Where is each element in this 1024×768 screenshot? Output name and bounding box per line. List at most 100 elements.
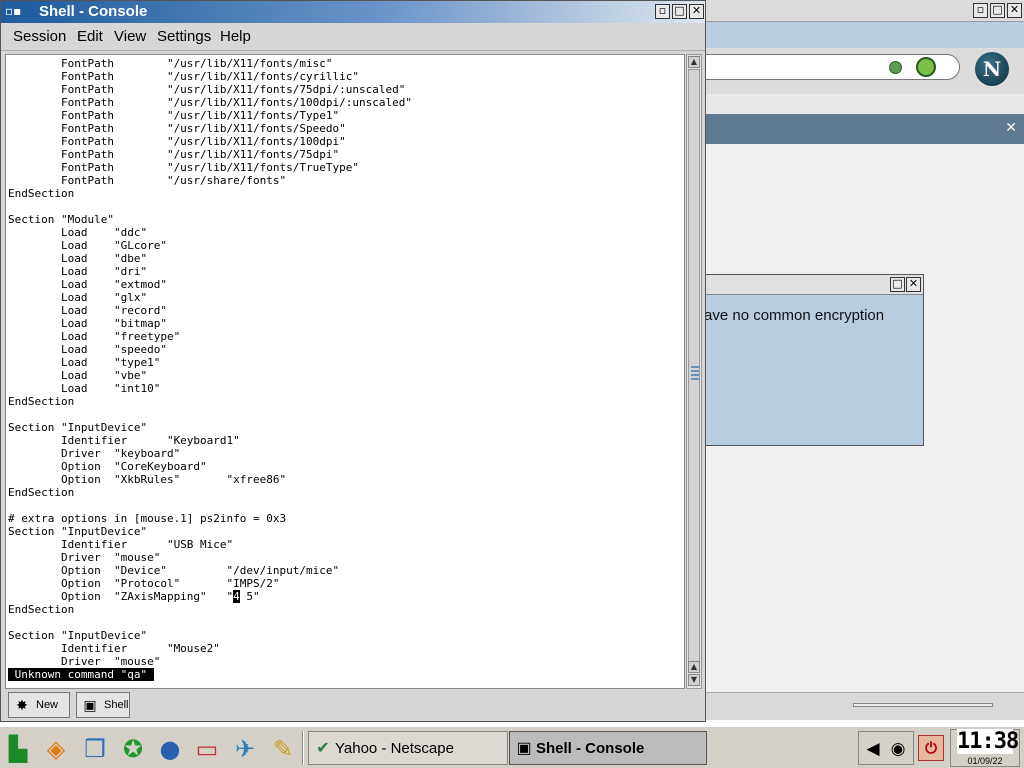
terminal-line: EndSection (8, 187, 75, 200)
volume-icon[interactable]: ◀ (862, 738, 884, 760)
terminal-line: Load "vbe" (8, 369, 148, 382)
dialog-title-bar[interactable]: □ ✕ (704, 275, 923, 295)
terminal-line: Identifier "Mouse2" (8, 642, 220, 655)
globe-icon[interactable]: ● (154, 733, 186, 765)
terminal-line: Section "InputDevice" (8, 525, 148, 538)
terminal-line: Load "type1" (8, 356, 161, 369)
thumb-grip (691, 366, 699, 380)
terminal-line: Load "int10" (8, 382, 161, 395)
menu-edit[interactable]: Edit (77, 28, 103, 45)
netscape-logo-icon[interactable]: N (975, 52, 1009, 86)
terminal-line: Load "speedo" (8, 343, 167, 356)
personal-toolbar (705, 94, 1024, 114)
terminal-line: EndSection (8, 603, 75, 616)
terminal-line-text: 5" (239, 590, 260, 603)
minimize-button[interactable]: ▫ (973, 3, 988, 18)
task-console[interactable]: ▣ Shell - Console (509, 731, 707, 765)
task-netscape[interactable]: ✔ Yahoo - Netscape (308, 731, 508, 765)
console-menu-bar: Session Edit View Settings Help (1, 23, 705, 51)
kde-menu-icon[interactable]: ▙ (2, 733, 34, 765)
terminal-line: FontPath "/usr/lib/X11/fonts/100dpi/:uns… (8, 96, 412, 109)
terminal-line: FontPath "/usr/lib/X11/fonts/75dpi/:unsc… (8, 83, 406, 96)
logout-icon[interactable]: ⏻ (918, 735, 944, 761)
terminal-line: Load "dbe" (8, 252, 148, 265)
terminal-line: FontPath "/usr/lib/X11/fonts/misc" (8, 57, 333, 70)
scroll-down-arrow-icon[interactable]: ▼ (688, 674, 700, 686)
maximize-button[interactable]: □ (672, 4, 687, 19)
terminal-line: Driver "mouse" (8, 551, 161, 564)
terminal-line: Section "InputDevice" (8, 629, 148, 642)
terminal-line: Load "bitmap" (8, 317, 167, 330)
terminal-line: Load "glx" (8, 291, 148, 304)
terminal-line: # extra options in [mouse.1] ps2info = 0… (8, 512, 287, 525)
tab-shell-label: Shell (104, 699, 129, 711)
desktop: ▫ □ ✕ N ✕ □ ✕ ave no common encryption ▫… (0, 0, 1024, 768)
ssl-error-dialog[interactable]: □ ✕ ave no common encryption (704, 274, 924, 446)
terminal-line: Load "GLcore" (8, 239, 167, 252)
vertical-scrollbar[interactable]: ▲ ▲ ▼ (686, 54, 702, 689)
tab-shell[interactable]: ▣ Shell (76, 692, 130, 718)
life-preserver-icon[interactable]: ◈ (40, 733, 72, 765)
runner-icon[interactable]: ✪ (117, 733, 149, 765)
terminal-line: EndSection (8, 395, 75, 408)
terminal-line: Identifier "USB Mice" (8, 538, 234, 551)
terminal-line: Load "freetype" (8, 330, 181, 343)
window-title: Shell - Console (39, 3, 148, 20)
terminal-line: Load "extmod" (8, 278, 167, 291)
minimize-button[interactable]: ▫ (655, 4, 670, 19)
menu-settings[interactable]: Settings (157, 28, 211, 45)
menu-help[interactable]: Help (220, 28, 251, 45)
maximize-button[interactable]: □ (890, 277, 905, 292)
new-session-icon: ✸ (16, 697, 28, 713)
netscape-title-bar[interactable]: ▫ □ ✕ (705, 0, 1024, 22)
clock[interactable]: 11:38 01/09/22 (950, 729, 1020, 767)
netscape-navigation-toolbar: N (705, 48, 1024, 94)
terminal-line: Identifier "Keyboard1" (8, 434, 240, 447)
maximize-button[interactable]: □ (990, 3, 1005, 18)
scroll-up-arrow-icon[interactable]: ▲ (688, 56, 700, 68)
terminal-line: Option "ZAxisMapping" "4 5" (8, 590, 260, 603)
security-check-icon[interactable] (889, 61, 902, 74)
terminal-line: FontPath "/usr/lib/X11/fonts/Speedo" (8, 122, 346, 135)
scroll-up-arrow-icon[interactable]: ▲ (688, 661, 700, 673)
task-console-label: Shell - Console (536, 740, 645, 757)
package-icon[interactable]: ❒ (79, 733, 111, 765)
progress-bar (853, 703, 993, 707)
close-icon[interactable]: ✕ (1005, 120, 1017, 136)
terminal-line: Section "Module" (8, 213, 114, 226)
url-field[interactable] (705, 54, 960, 80)
editor-icon[interactable]: ✎ (267, 733, 299, 765)
toolbox-icon[interactable]: ▭ (191, 733, 223, 765)
close-button[interactable]: ✕ (906, 277, 921, 292)
system-tray: ◀ ◉ (858, 731, 914, 765)
terminal-line: Option "CoreKeyboard" (8, 460, 207, 473)
terminal-line: FontPath "/usr/lib/X11/fonts/TrueType" (8, 161, 359, 174)
clock-date: 01/09/22 (967, 756, 1003, 766)
terminal-line: Load "record" (8, 304, 167, 317)
text-cursor: 4 (233, 590, 240, 603)
window-menu-icon[interactable]: ▫▪ (5, 4, 35, 20)
taskbar-separator (302, 731, 304, 765)
terminal-line: Load "dri" (8, 265, 148, 278)
console-window[interactable]: ▫▪ Shell - Console ▫ □ ✕ Session Edit Vi… (0, 0, 706, 722)
tools-icon[interactable]: ✈ (229, 733, 261, 765)
terminal-line: Section "InputDevice" (8, 421, 148, 434)
terminal-line: FontPath "/usr/share/fonts" (8, 174, 287, 187)
terminal-line: Option "XkbRules" "xfree86" (8, 473, 287, 486)
scroll-thumb[interactable] (688, 69, 700, 673)
close-button[interactable]: ✕ (689, 4, 704, 19)
shell-icon: ▣ (83, 697, 97, 713)
search-icon[interactable] (916, 57, 936, 77)
terminal-output[interactable]: FontPath "/usr/lib/X11/fonts/misc" FontP… (5, 54, 685, 689)
menu-view[interactable]: View (114, 28, 146, 45)
network-icon[interactable]: ◉ (887, 738, 909, 760)
menu-session[interactable]: Session (13, 28, 66, 45)
netscape-icon: ✔ (316, 740, 330, 757)
terminal-line: FontPath "/usr/lib/X11/fonts/75dpi" (8, 148, 340, 161)
dialog-message: ave no common encryption (704, 307, 885, 324)
terminal-line: Load "ddc" (8, 226, 148, 239)
close-button[interactable]: ✕ (1007, 3, 1022, 18)
console-title-bar[interactable]: ▫▪ Shell - Console ▫ □ ✕ (1, 1, 705, 23)
terminal-line: EndSection (8, 486, 75, 499)
new-session-button[interactable]: ✸ New (8, 692, 70, 718)
